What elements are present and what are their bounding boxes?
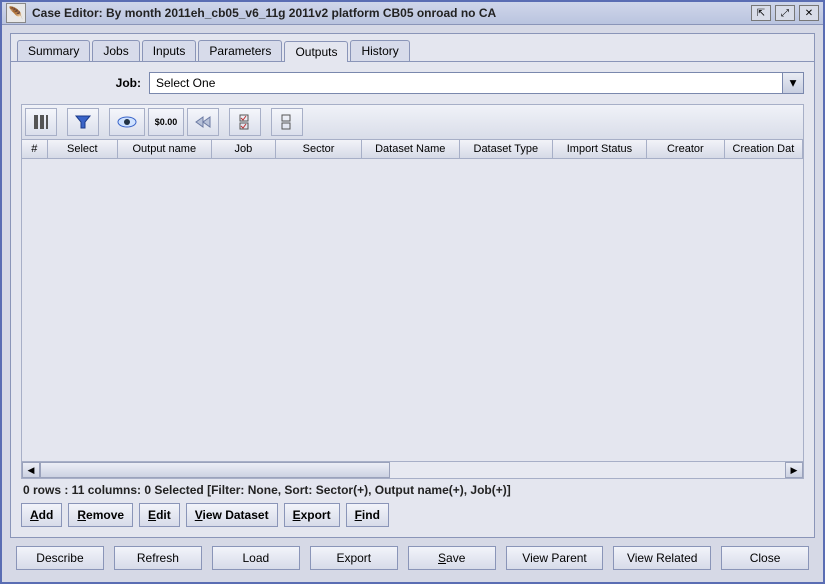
tab-summary[interactable]: Summary [17,40,90,61]
column-select-icon[interactable] [25,108,57,136]
outputs-toolbar: $0.00 [21,104,804,140]
col-header-select[interactable]: Select [48,140,118,159]
window-title: Case Editor: By month 2011eh_cb05_v6_11g… [32,6,747,20]
footer-button-row: Describe Refresh Load Export Save View Parent… [10,538,815,576]
outputs-table: #SelectOutput nameJobSectorDataset NameD… [21,140,804,479]
edit-button[interactable]: Edit [139,503,180,527]
select-all-icon[interactable] [229,108,261,136]
tab-parameters[interactable]: Parameters [198,40,282,61]
view-dataset-button[interactable]: View Dataset [186,503,278,527]
tab-jobs[interactable]: Jobs [92,40,139,61]
col-header-job[interactable]: Job [212,140,277,159]
horizontal-scrollbar[interactable]: ◀ ▶ [22,461,803,478]
col-header-sector[interactable]: Sector [276,140,362,159]
table-header-row: #SelectOutput nameJobSectorDataset NameD… [22,140,803,159]
remove-button[interactable]: Remove [68,503,133,527]
maximize-button[interactable]: ⤢ [775,5,795,21]
scroll-right-button[interactable]: ▶ [785,462,803,478]
scroll-thumb[interactable] [40,462,390,478]
save-button[interactable]: Save [408,546,496,570]
describe-button[interactable]: Describe [16,546,104,570]
export-button[interactable]: Export [284,503,340,527]
col-header-dataset_name[interactable]: Dataset Name [362,140,460,159]
format-icon[interactable]: $0.00 [148,108,184,136]
filter-icon[interactable] [67,108,99,136]
outputs-tab-content: Job: ▾ [11,61,814,537]
col-header-creator[interactable]: Creator [647,140,725,159]
close-window-button[interactable]: ✕ [799,5,819,21]
col-header-dataset_type[interactable]: Dataset Type [460,140,554,159]
view-parent-button[interactable]: View Parent [506,546,604,570]
table-body [22,159,803,461]
titlebar: 🪶 Case Editor: By month 2011eh_cb05_v6_1… [2,2,823,25]
reset-icon[interactable] [187,108,219,136]
refresh-button[interactable]: Refresh [114,546,202,570]
scroll-left-button[interactable]: ◀ [22,462,40,478]
col-header-import_status[interactable]: Import Status [553,140,647,159]
status-text: 0 rows : 11 columns: 0 Selected [Filter:… [21,479,804,501]
deselect-all-icon[interactable] [271,108,303,136]
job-combo-dropdown-button[interactable]: ▾ [782,72,804,94]
view-related-button[interactable]: View Related [613,546,711,570]
outputs-action-row: AddRemoveEditView DatasetExportFind [21,501,804,527]
job-combo-input[interactable] [149,72,782,94]
job-label: Job: [21,76,149,90]
col-header-output_name[interactable]: Output name [118,140,212,159]
find-button[interactable]: Find [346,503,389,527]
tab-inputs[interactable]: Inputs [142,40,197,61]
col-header-num[interactable]: # [22,140,48,159]
add-button[interactable]: Add [21,503,62,527]
job-combo[interactable]: ▾ [149,72,804,94]
minimize-button[interactable]: ⇱ [751,5,771,21]
load-button[interactable]: Load [212,546,300,570]
close-button[interactable]: Close [721,546,809,570]
tab-outputs[interactable]: Outputs [284,41,348,62]
tab-bar: SummaryJobsInputsParametersOutputsHistor… [11,34,814,61]
tab-history[interactable]: History [350,40,409,61]
export-button[interactable]: Export [310,546,398,570]
app-icon: 🪶 [6,3,26,23]
view-icon[interactable] [109,108,145,136]
col-header-creation_date[interactable]: Creation Dat [725,140,803,159]
case-editor-window: 🪶 Case Editor: By month 2011eh_cb05_v6_1… [0,0,825,584]
